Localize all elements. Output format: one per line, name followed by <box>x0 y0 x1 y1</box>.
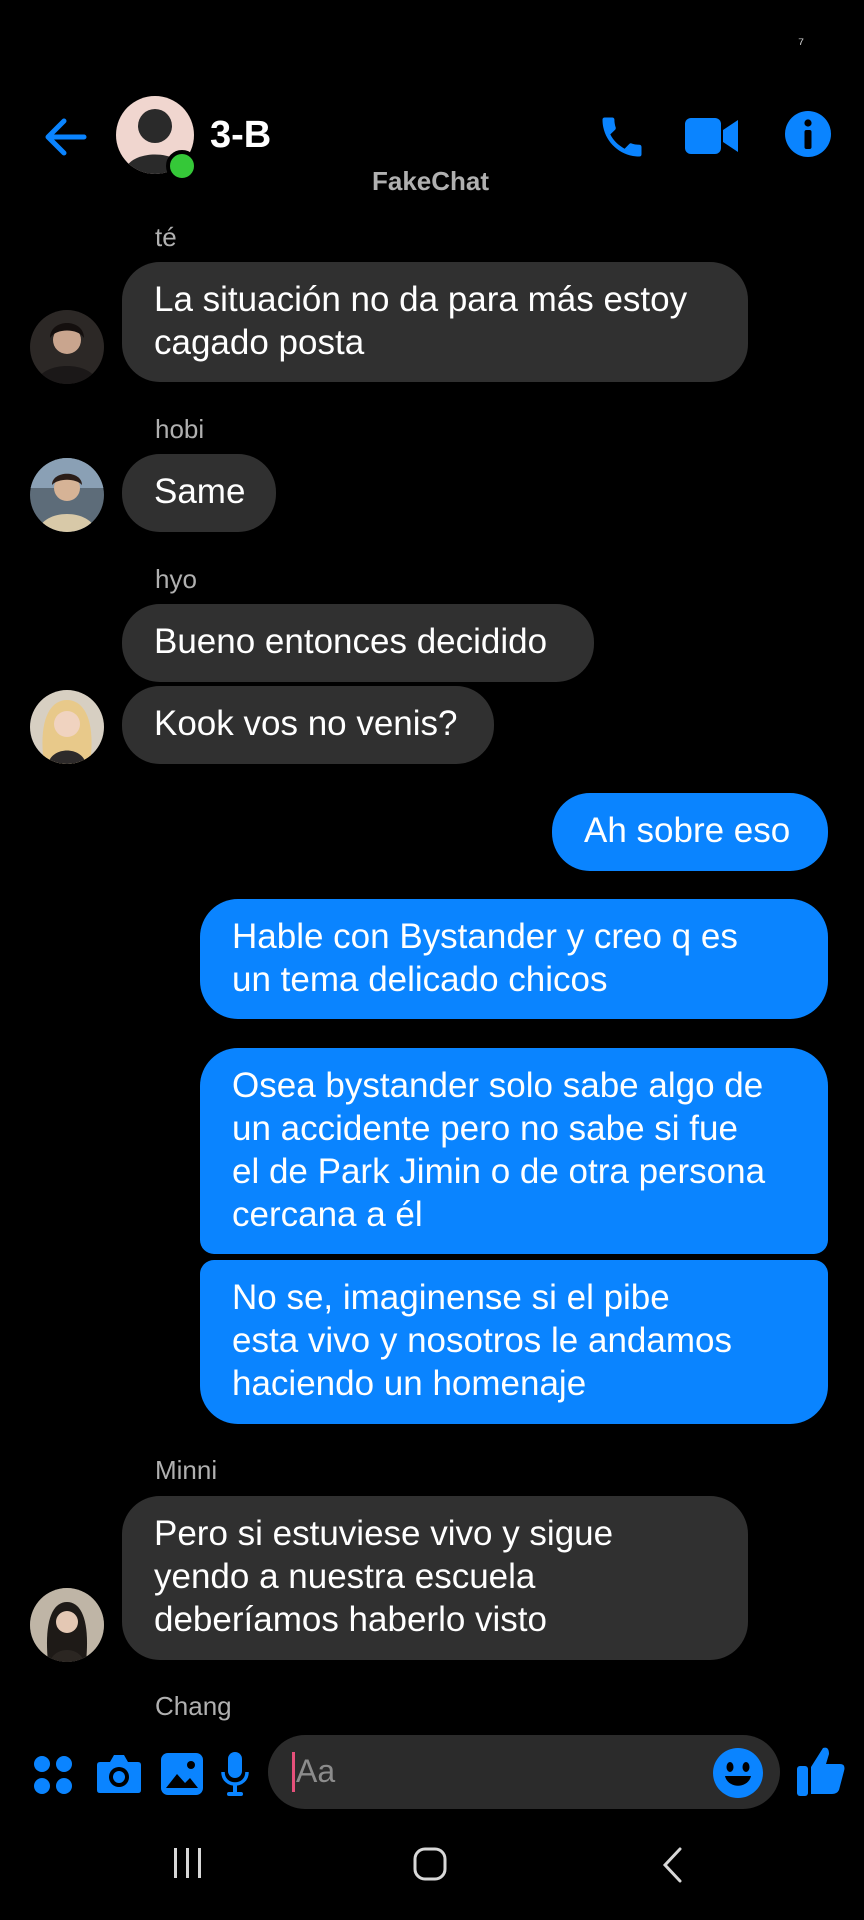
microphone-icon[interactable] <box>220 1750 250 1798</box>
sender-name: hyo <box>155 564 197 594</box>
outgoing-message[interactable]: Ah sobre eso <box>552 793 828 871</box>
avatar-minni[interactable] <box>30 1588 104 1662</box>
profile-photo <box>30 458 104 532</box>
phone-icon[interactable] <box>596 110 648 164</box>
incoming-message[interactable]: La situación no da para más estoy cagado… <box>122 262 748 382</box>
message-input-placeholder: Aa <box>296 1753 336 1789</box>
profile-photo <box>42 700 92 764</box>
text-cursor <box>292 1752 295 1792</box>
sender-name: hobi <box>155 414 205 444</box>
typing-sender-name: Chang <box>155 1691 232 1721</box>
outgoing-message[interactable]: Hable con Bystander y creo q es un tema … <box>200 899 828 1019</box>
gallery-icon[interactable] <box>160 1752 204 1796</box>
like-thumb-icon[interactable] <box>796 1744 846 1798</box>
status-indicator: ⁷ <box>798 36 804 53</box>
apps-grid-icon[interactable] <box>32 1754 74 1796</box>
emoji-icon[interactable] <box>712 1747 764 1799</box>
outgoing-message[interactable]: Osea bystander solo sabe algo de un acci… <box>200 1048 828 1254</box>
home-icon[interactable] <box>412 1846 450 1884</box>
camera-icon[interactable] <box>96 1752 142 1794</box>
sender-name: té <box>155 222 177 252</box>
online-status-dot <box>166 150 198 182</box>
profile-photo <box>30 1588 104 1662</box>
outgoing-message[interactable]: No se, imaginense si el pibe esta vivo y… <box>200 1260 828 1424</box>
message-input[interactable] <box>268 1735 780 1809</box>
incoming-message[interactable]: Kook vos no venis? <box>122 686 494 764</box>
avatar-hobi[interactable] <box>30 458 104 532</box>
recent-apps-icon[interactable] <box>168 1846 208 1880</box>
chat-title[interactable]: 3-B <box>210 114 271 157</box>
avatar-hyo[interactable] <box>30 690 104 764</box>
incoming-message[interactable]: Same <box>122 454 276 532</box>
sender-name: Minni <box>155 1455 218 1485</box>
chat-subtitle: FakeChat <box>372 166 490 196</box>
video-camera-icon[interactable] <box>684 114 740 158</box>
back-arrow-icon[interactable] <box>40 112 90 162</box>
profile-photo <box>36 323 98 384</box>
info-icon[interactable] <box>784 110 832 158</box>
incoming-message[interactable]: Pero si estuviese vivo y sigue yendo a n… <box>122 1496 748 1660</box>
back-icon[interactable] <box>660 1846 686 1884</box>
incoming-message[interactable]: Bueno entonces decidido <box>122 604 594 682</box>
avatar-te[interactable] <box>30 310 104 384</box>
